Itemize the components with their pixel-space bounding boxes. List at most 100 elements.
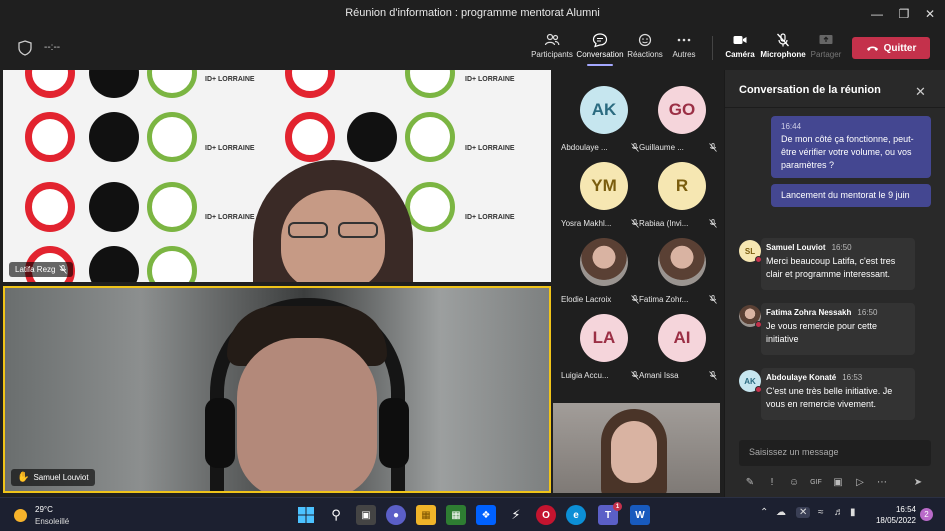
participant-name: Abdoulaye ... [561,143,608,152]
app-lightning-icon[interactable]: ⚡ [506,505,526,525]
chevron-up-icon[interactable]: ⌃ [760,507,768,518]
priority-icon[interactable]: ! [761,477,783,488]
logo-black-circle [89,112,139,162]
more-options-icon[interactable]: ⋯ [871,477,893,488]
message-text: Je vous remercie pour cette initiative [766,321,878,344]
volume-icon[interactable]: ♬ [834,507,844,518]
mic-muted-tray-icon[interactable]: ✕ [796,507,811,518]
gif-icon[interactable]: GIF [805,479,827,486]
chat-title: Conversation de la réunion [739,84,881,96]
logo-text: ID+ LORRAINE [205,145,255,152]
video-tile-samuel[interactable]: ✋ Samuel Louviot [3,286,551,493]
participant-card[interactable]: LA Luigia Accu... [559,308,639,380]
word-icon[interactable]: W [630,505,650,525]
logo-text: ID+ LORRAINE [205,214,255,221]
message-time: 16:53 [842,373,863,382]
avatar[interactable]: AK [739,370,762,393]
self-video-tile[interactable] [553,403,720,493]
close-icon[interactable]: ✕ [915,84,926,100]
dropbox-icon[interactable]: ❖ [476,505,496,525]
message-input[interactable]: Saisissez un message [739,440,931,466]
format-icon[interactable]: ✎ [739,477,761,488]
weather-temperature: 29°C [35,505,53,514]
weather-description: Ensoleillé [35,517,70,526]
message-meta: Abdoulaye Konaté 16:53 [766,373,910,382]
participant-name: Amani Issa [639,371,679,380]
more-dots-icon [677,38,691,42]
battery-icon[interactable]: ▮ [850,507,856,518]
logo-red-circle [285,112,335,162]
logo-green-circle [147,70,197,98]
message-time: 16:50 [831,243,852,252]
close-window-icon[interactable]: ✕ [915,3,945,25]
meeting-toolbar: --:-- Participants Conversation Réaction… [0,28,945,68]
glasses-right [338,222,378,238]
system-clock[interactable]: 16:54 18/05/2022 [872,504,916,526]
avatar: AK [580,86,628,134]
logo-green-circle [147,112,197,162]
chat-message[interactable]: Samuel Louviot 16:50 Merci beaucoup Latifa… [761,238,915,290]
task-view-icon[interactable]: ▣ [356,505,376,525]
opera-icon[interactable]: O [536,505,556,525]
logo-green-circle [405,70,455,98]
participant-card[interactable]: R Rabiaa (Invi... [637,156,717,228]
participant-name: Guillaume ... [639,143,684,152]
chat-message[interactable]: Abdoulaye Konaté 16:53 C'est une très bell… [761,368,915,420]
person-face [611,421,657,483]
edge-icon[interactable]: e [566,505,586,525]
conversation-button[interactable]: Conversation [575,32,625,66]
raise-hand-icon: ✋ [17,472,30,483]
wifi-icon[interactable]: ≈ [818,507,824,518]
emoji-icon[interactable]: ☺ [783,477,805,488]
participant-card[interactable]: Elodie Lacroix [559,232,639,304]
store-icon[interactable]: ▦ [446,505,466,525]
schedule-icon[interactable]: ▷ [849,477,871,488]
teams-icon[interactable]: T 1 [598,502,622,525]
participant-name: Rabiaa (Invi... [639,219,689,228]
participant-name-row: Abdoulaye ... [561,143,639,152]
participant-name-row: Fatima Zohr... [639,295,717,304]
participants-button[interactable]: Participants [527,32,577,66]
conversation-label: Conversation [576,50,624,59]
windows-start-icon[interactable] [296,505,316,525]
chat-app-icon[interactable]: ● [386,505,406,525]
logo-black-circle [89,70,139,98]
sticker-icon[interactable]: ▣ [827,477,849,488]
minimize-icon[interactable]: — [862,3,892,25]
quit-button[interactable]: Quitter [852,37,930,59]
mic-muted-icon [777,33,789,47]
meeting-timer: --:-- [44,42,61,53]
onedrive-icon[interactable]: ☁ [776,507,786,518]
window-title: Réunion d'information : programme mentor… [345,7,600,19]
avatar[interactable]: SL [739,240,762,263]
teams-meeting-window: Réunion d'information : programme mentor… [0,0,945,531]
notification-badge[interactable]: 2 [920,508,933,521]
more-label: Autres [672,50,696,59]
person-face [237,338,377,491]
logo-green-circle [147,246,197,282]
chat-message[interactable]: Fatima Zohra Nessakh 16:50 Je vous remerci… [761,303,915,355]
avatar [580,238,628,286]
mic-muted-icon [709,371,717,380]
participant-card[interactable]: GO Guillaume ... [637,80,717,152]
file-explorer-icon[interactable]: ▦ [416,505,436,525]
participant-card[interactable]: Fatima Zohr... [637,232,717,304]
avatar: R [658,162,706,210]
avatar[interactable] [739,305,762,328]
logo-green-circle [405,112,455,162]
more-button[interactable]: Autres [659,32,709,66]
search-icon[interactable]: ⚲ [326,505,346,525]
mic-muted-icon [59,265,68,274]
send-icon[interactable]: ➤ [907,477,929,488]
avatar: YM [580,162,628,210]
share-button[interactable]: Partager [801,32,851,66]
video-tile-latifa[interactable]: ID+ LORRAINE ID+ LORRAINE ID+ LORRAINE I… [3,70,551,282]
participant-card[interactable]: YM Yosra Makhl... [559,156,639,228]
camera-label: Caméra [725,50,755,59]
participant-name: Yosra Makhl... [561,219,612,228]
sender-name: Samuel Louviot [766,243,826,252]
participant-card[interactable]: AK Abdoulaye ... [559,80,639,152]
participant-card[interactable]: AI Amani Issa [637,308,717,380]
avatar: GO [658,86,706,134]
mic-muted-icon [709,295,717,304]
